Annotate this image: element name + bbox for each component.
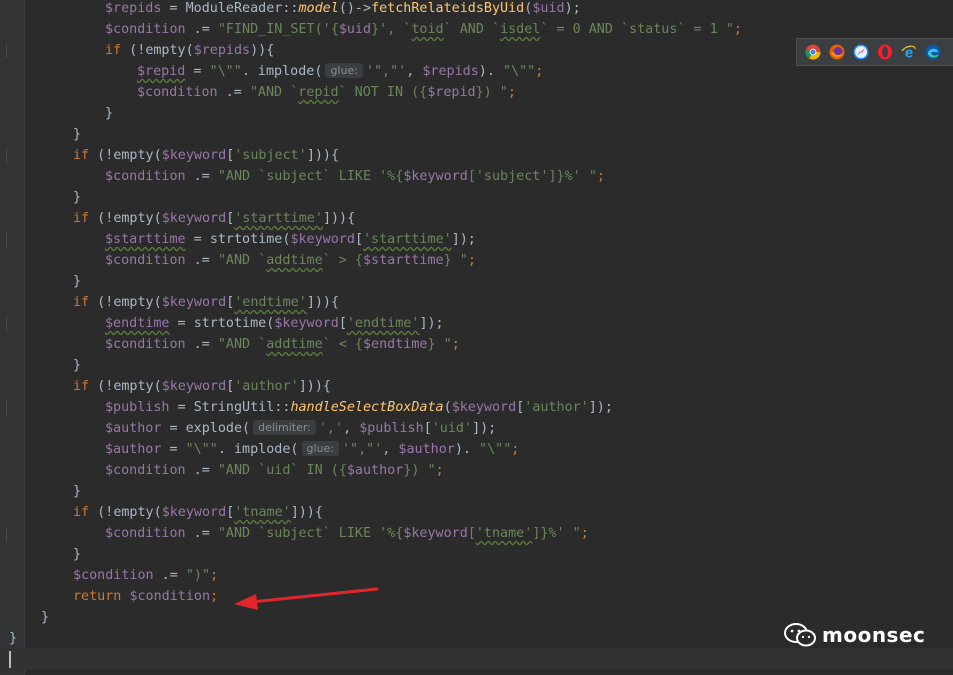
wechat-icon bbox=[784, 623, 816, 647]
annotation-arrow bbox=[234, 587, 379, 610]
watermark: moonsec bbox=[784, 620, 925, 650]
watermark-text: moonsec bbox=[822, 623, 926, 647]
